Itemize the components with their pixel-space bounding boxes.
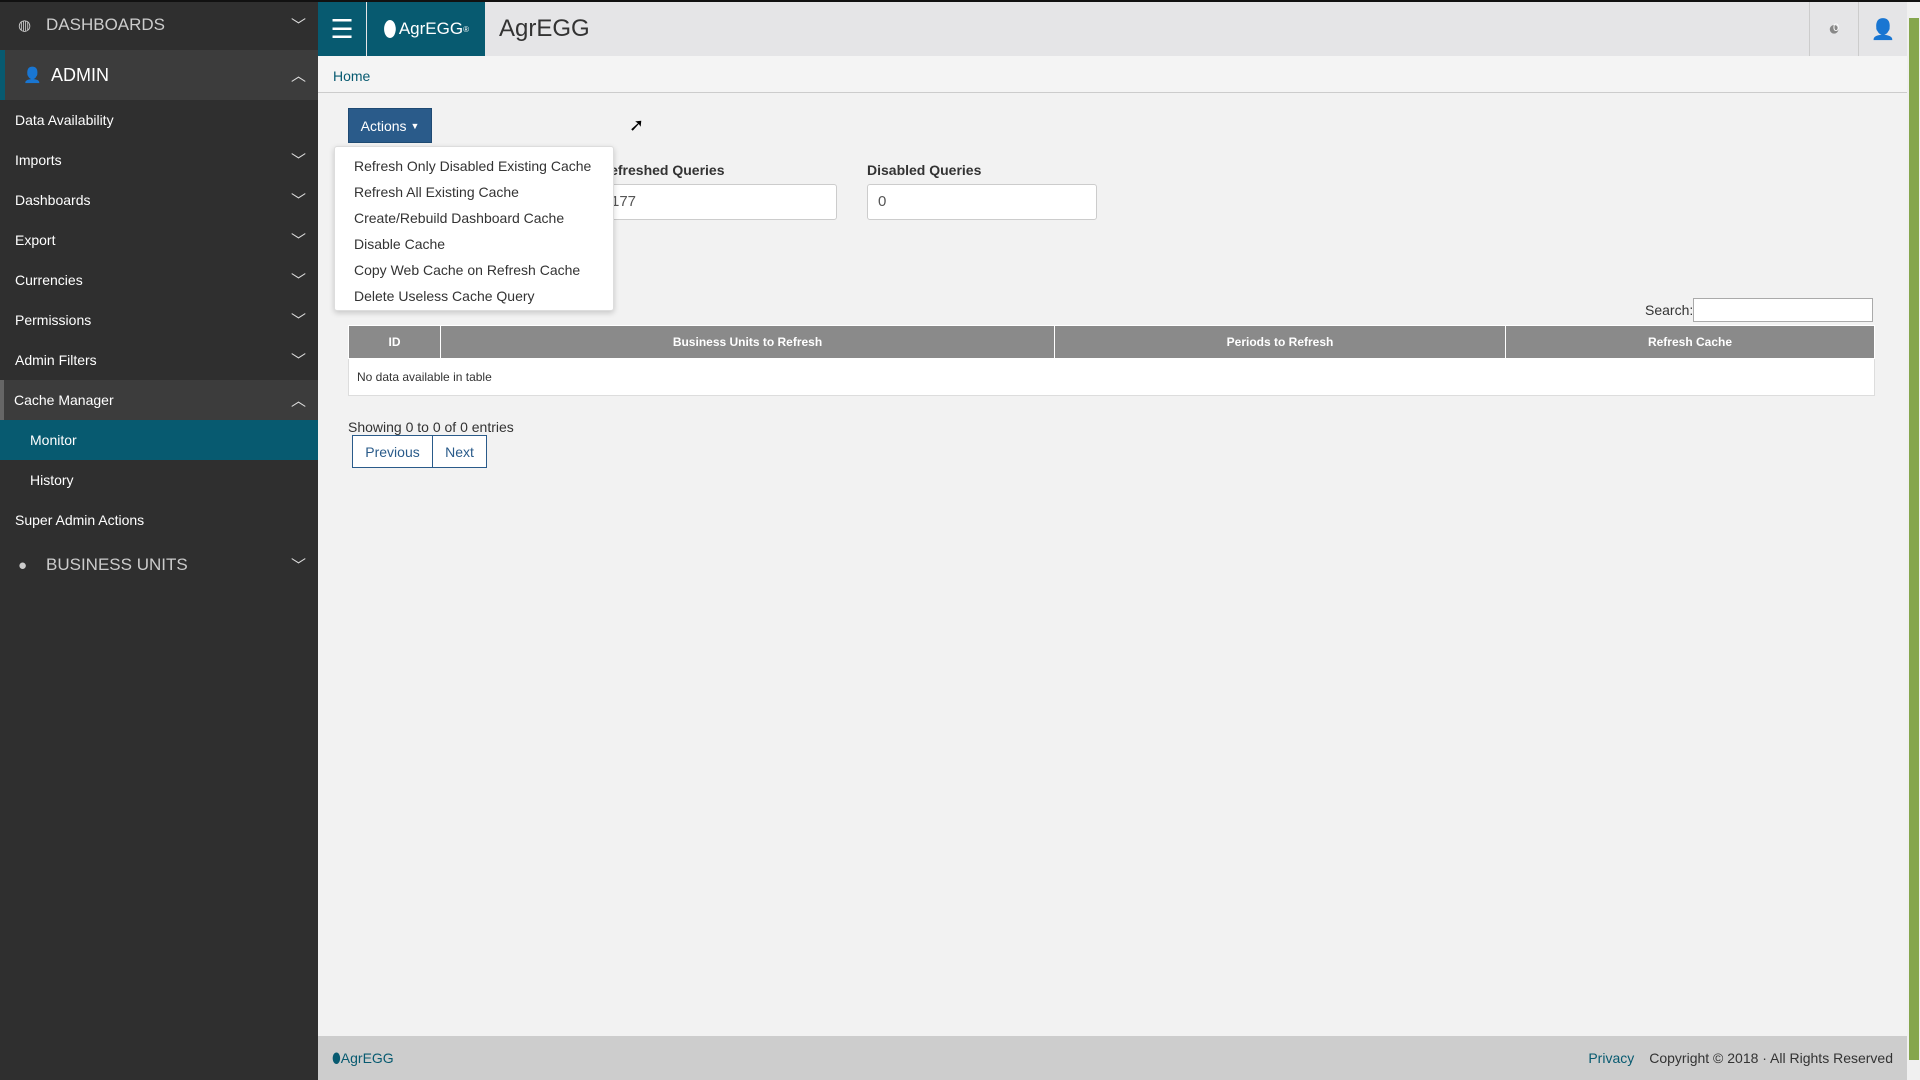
chevron-down-icon: ﹀ [290, 557, 306, 575]
egg-icon: ⬮ [383, 16, 397, 41]
item-label: Currencies [15, 272, 83, 288]
sidebar-section-dashboards[interactable]: ◍ DASHBOARDS ﹀ [0, 0, 318, 50]
item-label: History [30, 472, 74, 488]
sidebar: ◍ DASHBOARDS ﹀ 👤 ADMIN ︿ Data Availability I… [0, 0, 318, 1080]
scrollbar[interactable] [1907, 0, 1920, 1080]
top-border [0, 0, 1920, 2]
caret-down-icon: ▼ [410, 120, 420, 131]
footer: ⬮AgrEGG Privacy Copyright © 2018 · All R… [318, 1036, 1907, 1080]
chevron-down-icon: ﹀ [290, 17, 306, 35]
refreshed-queries-label: Refreshed Queries [600, 162, 725, 178]
next-button[interactable]: Next [432, 435, 487, 468]
menu-item-refresh-all[interactable]: Refresh All Existing Cache [335, 179, 613, 205]
sidebar-section-admin[interactable]: 👤 ADMIN ︿ [0, 50, 318, 100]
item-label: Monitor [30, 432, 77, 448]
item-label: Cache Manager [14, 392, 114, 408]
chevron-down-icon: ﹀ [290, 352, 306, 370]
sidebar-item-admin-filters[interactable]: Admin Filters ﹀ [0, 340, 318, 380]
chevron-up-icon: ︿ [290, 67, 306, 85]
column-id[interactable]: ID [348, 325, 441, 359]
disabled-queries-label: Disabled Queries [867, 162, 982, 178]
table-info: Showing 0 to 0 of 0 entries [348, 419, 514, 435]
menu-item-refresh-disabled[interactable]: Refresh Only Disabled Existing Cache [335, 153, 613, 179]
refreshed-queries-field[interactable]: 177 [600, 184, 837, 220]
column-refresh-cache[interactable]: Refresh Cache [1505, 325, 1875, 359]
copyright: Copyright © 2018 · All Rights Reserved [1649, 1050, 1893, 1066]
menu-item-delete-useless[interactable]: Delete Useless Cache Query [335, 283, 613, 309]
empty-table-message: No data available in table [348, 358, 1875, 396]
section-label: BUSINESS UNITS [46, 555, 188, 574]
item-label: Dashboards [15, 192, 91, 208]
item-label: Imports [15, 152, 62, 168]
logo-text: AgrEGG [398, 19, 464, 38]
item-label: Permissions [15, 312, 92, 328]
header: ☰ ⬮ AgrEGG ® AgrEGG ● 0 👤 [318, 2, 1907, 56]
column-business-units[interactable]: Business Units to Refresh [440, 325, 1055, 359]
logo[interactable]: ⬮ AgrEGG ® [367, 2, 485, 56]
sidebar-item-super-admin-actions[interactable]: Super Admin Actions [0, 500, 318, 540]
chevron-down-icon: ﹀ [290, 192, 306, 210]
notifications-button[interactable]: ● 0 [1809, 2, 1858, 56]
user-plus-icon: 👤 [23, 67, 42, 84]
menu-toggle-button[interactable]: ☰ [318, 2, 367, 56]
section-label: DASHBOARDS [46, 15, 166, 34]
footer-logo-text: AgrEGG [340, 1049, 394, 1066]
item-label: Admin Filters [15, 352, 97, 368]
item-label: Super Admin Actions [15, 512, 145, 528]
chevron-down-icon: ﹀ [290, 152, 306, 170]
breadcrumb: Home [318, 56, 1907, 93]
sidebar-item-permissions[interactable]: Permissions ﹀ [0, 300, 318, 340]
chevron-down-icon: ﹀ [290, 312, 306, 330]
previous-button[interactable]: Previous [352, 435, 433, 468]
sidebar-item-monitor[interactable]: Monitor [0, 420, 318, 460]
chat-bubble-icon: ● 0 [1827, 17, 1841, 40]
actions-dropdown-button[interactable]: Actions ▼ [348, 108, 432, 143]
menu-item-create-rebuild[interactable]: Create/Rebuild Dashboard Cache [335, 205, 613, 231]
scrollbar-thumb[interactable] [1909, 18, 1919, 1060]
sidebar-item-data-availability[interactable]: Data Availability [0, 100, 318, 140]
actions-menu: Refresh Only Disabled Existing Cache Ref… [334, 146, 614, 311]
section-label: ADMIN [51, 64, 109, 85]
menu-item-copy-web-cache[interactable]: Copy Web Cache on Refresh Cache [335, 257, 613, 283]
actions-label: Actions [360, 117, 407, 134]
user-menu-button[interactable]: 👤 [1858, 2, 1907, 56]
user-icon: 👤 [1870, 18, 1896, 41]
disabled-queries-field[interactable]: 0 [867, 184, 1097, 220]
sidebar-item-export[interactable]: Export ﹀ [0, 220, 318, 260]
chevron-up-icon: ︿ [290, 392, 306, 410]
mouse-cursor-icon: ➚ [629, 115, 645, 135]
column-periods[interactable]: Periods to Refresh [1054, 325, 1506, 359]
sidebar-item-history[interactable]: History [0, 460, 318, 500]
search-label: Search: [1645, 302, 1694, 318]
sidebar-section-business-units[interactable]: ● BUSINESS UNITS ﹀ [0, 540, 318, 590]
dashboard-icon: ◍ [18, 17, 32, 34]
app-title: AgrEGG [499, 15, 590, 42]
item-label: Data Availability [15, 112, 114, 128]
chevron-down-icon: ﹀ [290, 232, 306, 250]
globe-icon: ● [18, 556, 28, 574]
footer-logo: ⬮AgrEGG [332, 1049, 394, 1066]
chevron-down-icon: ﹀ [290, 272, 306, 290]
menu-item-disable-cache[interactable]: Disable Cache [335, 231, 613, 257]
search-input[interactable] [1693, 298, 1874, 322]
sidebar-item-dashboards[interactable]: Dashboards ﹀ [0, 180, 318, 220]
sidebar-item-currencies[interactable]: Currencies ﹀ [0, 260, 318, 300]
breadcrumb-home[interactable]: Home [333, 68, 370, 84]
notification-count: 0 [1832, 21, 1840, 34]
cache-table: ID Business Units to Refresh Periods to Re… [348, 325, 1875, 396]
sidebar-item-cache-manager[interactable]: Cache Manager ︿ [0, 380, 318, 420]
sidebar-item-imports[interactable]: Imports ﹀ [0, 140, 318, 180]
item-label: Export [15, 232, 56, 248]
privacy-link[interactable]: Privacy [1588, 1050, 1634, 1066]
search-area: Search: [1645, 298, 1874, 322]
